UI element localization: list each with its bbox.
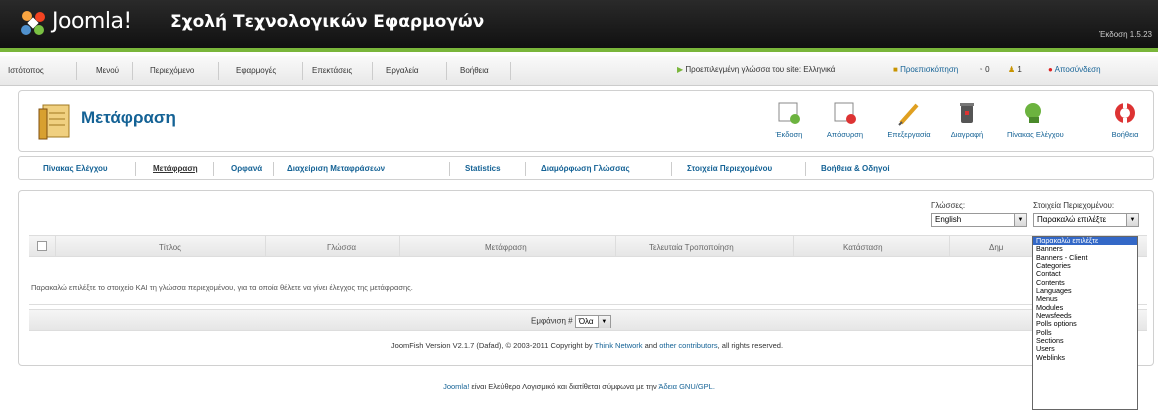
subnav-translation[interactable]: Μετάφραση [153,164,198,173]
unpublish-icon [834,102,856,124]
default-language-status: ▶ Προεπιλεγμένη γλώσσα του site: Ελληνικ… [677,65,836,74]
column-last-modified[interactable]: Τελευταία Τροποποίηση [649,243,734,252]
site-name: Σχολή Τεχνολογικών Εφαρμογών [170,12,485,32]
display-count-select[interactable]: Όλα ▼ [574,315,611,328]
empty-message-row: Παρακαλώ επιλέξτε το στοιχείο ΚΑΙ τη γλώ… [29,257,1147,305]
chevron-down-icon: ▼ [1126,214,1138,226]
preview-link[interactable]: ■ Προεπισκόπηση [893,65,958,74]
flag-icon: ▶ [677,65,684,74]
subnav-content-elements[interactable]: Στοιχεία Περιεχομένου [687,164,772,173]
publish-button[interactable]: Έκδοση [763,99,815,149]
trash-icon [960,103,974,123]
joomla-link[interactable]: Joomla! [443,382,469,391]
sub-navigation: Πίνακας Ελέγχου Μετάφραση Ορφανά Διαχείρ… [18,156,1154,180]
menu-site[interactable]: Ιστότοπος [8,66,44,75]
header-bar: Joomla! Σχολή Τεχνολογικών Εφαρμογών Έκδ… [0,0,1158,52]
messages-icon: ◔ [978,65,983,74]
subnav-language-config[interactable]: Διαμόρφωση Γλώσσας [541,164,630,173]
joomfish-copyright: JoomFish Version V2.1.7 (Dafad), © 2003-… [390,341,784,350]
display-count: Εμφάνιση # Όλα ▼ [531,315,611,328]
subnav-manage-translations[interactable]: Διαχείριση Μεταφράσεων [287,164,385,173]
column-title[interactable]: Τίτλος [159,243,181,252]
column-language[interactable]: Γλώσσα [327,243,356,252]
edit-button[interactable]: Επεξεργασία [883,99,935,149]
content-elements-dropdown-list[interactable]: Παρακαλώ επιλέξτε Banners Banners - Clie… [1032,236,1138,410]
table-header: Τίτλος Γλώσσα Μετάφραση Τελευταία Τροποπ… [29,235,1147,257]
publish-icon [778,102,800,124]
menu-extensions[interactable]: Επεκτάσεις [312,66,352,75]
messages-status[interactable]: ◔ 0 [978,65,990,74]
help-button[interactable]: Βοήθεια [1099,99,1151,149]
preview-icon: ■ [893,65,898,74]
control-panel-icon [1025,103,1041,123]
toolbar: Μετάφραση Έκδοση Απόσυρση Επεξεργασία Δι… [18,90,1154,152]
column-published[interactable]: Δημ [989,243,1003,252]
page-footer: Joomla! είναι Ελεύθερο Λογισμικό και δια… [443,382,715,391]
column-status[interactable]: Κατάσταση [843,243,883,252]
select-all-checkbox[interactable] [37,241,47,251]
subnav-control-panel[interactable]: Πίνακας Ελέγχου [43,164,108,173]
joomla-logo-icon [21,11,45,35]
page-title: Μετάφραση [81,108,176,127]
logout-icon: ● [1048,65,1053,74]
delete-button[interactable]: Διαγραφή [941,99,993,149]
table-footer: Εμφάνιση # Όλα ▼ [29,309,1147,331]
menu-bar: Ιστότοπος Μενού Περιεχόμενο Εφαρμογές Επ… [0,56,1158,86]
languages-select[interactable]: English ▼ [931,213,1027,227]
select-element-message: Παρακαλώ επιλέξτε το στοιχείο ΚΑΙ τη γλώ… [31,283,413,292]
users-status[interactable]: ♟ 1 [1008,65,1022,74]
chevron-down-icon: ▼ [597,316,610,328]
content-panel: Γλώσσες: English ▼ Στοιχεία Περιεχομένου… [18,190,1154,366]
dropdown-option[interactable]: Weblinks [1033,353,1137,362]
content-elements-label: Στοιχεία Περιεχομένου: [1033,201,1115,210]
version-label: Έκδοση 1.5.23 [1099,30,1152,39]
menu-content[interactable]: Περιεχόμενο [150,66,194,75]
menu-components[interactable]: Εφαρμογές [236,66,276,75]
logo-text: Joomla! [52,9,132,34]
content-elements-select[interactable]: Παρακαλώ επιλέξτε ▼ [1033,213,1139,227]
chevron-down-icon: ▼ [1014,214,1026,226]
other-contributors-link[interactable]: other contributors [659,341,717,350]
column-translation[interactable]: Μετάφραση [485,243,527,252]
pencil-icon [898,103,919,126]
users-icon: ♟ [1008,65,1016,74]
gpl-license-link[interactable]: Άδεια GNU/GPL. [658,382,714,391]
subnav-orphans[interactable]: Ορφανά [231,164,262,173]
logout-link[interactable]: ● Αποσύνδεση [1048,65,1101,74]
menu-tools[interactable]: Εργαλεία [386,66,418,75]
languages-label: Γλώσσες: [931,201,966,210]
menu-help[interactable]: Βοήθεια [460,66,489,75]
menu-menus[interactable]: Μενού [96,66,119,75]
subnav-help-guides[interactable]: Βοήθεια & Οδηγοί [821,164,890,173]
control-panel-button[interactable]: Πίνακας Ελέγχου [1007,99,1064,149]
translation-page-icon [38,104,70,140]
unpublish-button[interactable]: Απόσυρση [819,99,871,149]
think-network-link[interactable]: Think Network [595,341,643,350]
subnav-statistics[interactable]: Statistics [465,164,501,173]
lifebuoy-icon [1115,102,1135,124]
